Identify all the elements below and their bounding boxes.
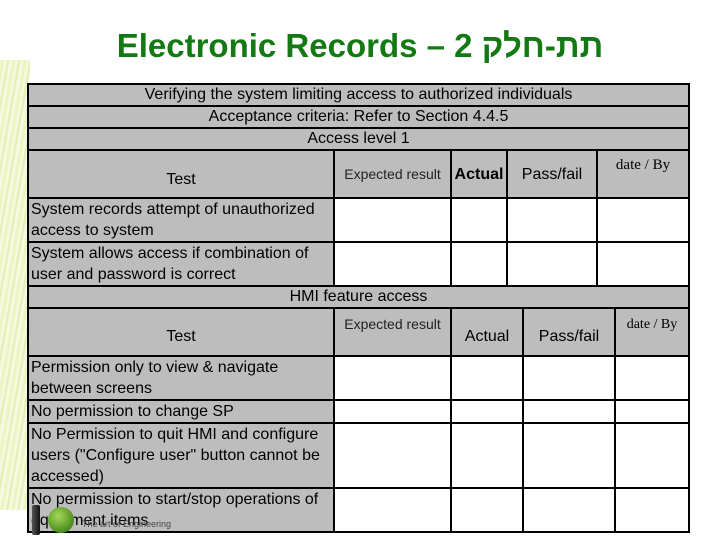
logo-tagline: The art of Engineering	[82, 519, 172, 529]
pass-fail-cell[interactable]	[522, 355, 616, 401]
banner-verifying: Verifying the system limiting access to …	[26, 83, 691, 107]
date-by-cell[interactable]	[595, 197, 691, 243]
access-level-table: Verifying the system limiting access to …	[26, 83, 691, 287]
pass-fail-cell[interactable]	[506, 241, 598, 287]
test-description: No permission to change SP	[27, 399, 335, 424]
actual-cell[interactable]	[450, 422, 524, 489]
header-actual: Actual	[450, 307, 524, 357]
banner-row: HMI feature access	[27, 285, 690, 309]
actual-cell[interactable]	[450, 355, 524, 401]
expected-result-cell[interactable]	[333, 422, 452, 489]
pass-fail-cell[interactable]	[522, 487, 616, 533]
header-date-by: date / By	[614, 307, 690, 357]
header-actual: Actual	[450, 149, 508, 199]
header-date-by: date / By	[595, 149, 691, 199]
expected-result-cell[interactable]	[333, 487, 452, 533]
actual-cell[interactable]	[450, 399, 524, 424]
actual-cell[interactable]	[450, 487, 524, 533]
table-row: No permission to change SP	[27, 399, 690, 424]
expected-result-cell[interactable]	[333, 197, 452, 243]
banner-row: Access level 1	[26, 127, 691, 151]
actual-cell[interactable]	[450, 197, 508, 243]
header-expected-result: Expected result	[333, 307, 452, 357]
logo-stem-icon	[32, 505, 40, 535]
date-by-cell[interactable]	[614, 399, 690, 424]
header-row: Test Expected result Actual Pass/fail da…	[27, 307, 690, 357]
actual-cell[interactable]	[450, 241, 508, 287]
table-row: System allows access if combination of u…	[27, 241, 691, 287]
date-by-cell[interactable]	[614, 422, 690, 489]
table-row: Permission only to view & navigate betwe…	[27, 355, 690, 401]
test-description: Permission only to view & navigate betwe…	[27, 355, 335, 401]
decorative-stripes	[0, 60, 30, 510]
header-pass-fail: Pass/fail	[506, 149, 598, 199]
company-logo: The art of Engineering	[28, 505, 228, 540]
date-by-cell[interactable]	[595, 241, 691, 287]
test-description: System allows access if combination of u…	[27, 241, 335, 287]
banner-acceptance-criteria: Acceptance criteria: Refer to Section 4.…	[26, 105, 691, 129]
pass-fail-cell[interactable]	[522, 399, 616, 424]
pass-fail-cell[interactable]	[522, 422, 616, 489]
expected-result-cell[interactable]	[333, 355, 452, 401]
test-description: No Permission to quit HMI and configure …	[27, 422, 335, 489]
header-row: Test Expected result Actual Pass/fail da…	[27, 149, 691, 199]
banner-hmi-feature-access: HMI feature access	[27, 285, 690, 309]
green-sphere-logo-icon	[48, 507, 74, 533]
header-test: Test	[27, 307, 335, 357]
page-title: Electronic Records – 2 תת-חלק	[116, 27, 604, 64]
pass-fail-cell[interactable]	[506, 197, 598, 243]
test-description: System records attempt of unauthorized a…	[27, 197, 335, 243]
header-expected-result: Expected result	[333, 149, 452, 199]
test-table-container: Verifying the system limiting access to …	[26, 83, 691, 533]
banner-access-level: Access level 1	[26, 127, 691, 151]
date-by-cell[interactable]	[614, 487, 690, 533]
banner-row: Verifying the system limiting access to …	[26, 83, 691, 107]
header-pass-fail: Pass/fail	[522, 307, 616, 357]
date-by-cell[interactable]	[614, 355, 690, 401]
expected-result-cell[interactable]	[333, 241, 452, 287]
table-row: System records attempt of unauthorized a…	[27, 197, 691, 243]
table-row: No Permission to quit HMI and configure …	[27, 422, 690, 489]
hmi-feature-table: HMI feature access Test Expected result …	[27, 285, 690, 533]
expected-result-cell[interactable]	[333, 399, 452, 424]
banner-row: Acceptance criteria: Refer to Section 4.…	[26, 105, 691, 129]
header-test: Test	[27, 149, 335, 199]
